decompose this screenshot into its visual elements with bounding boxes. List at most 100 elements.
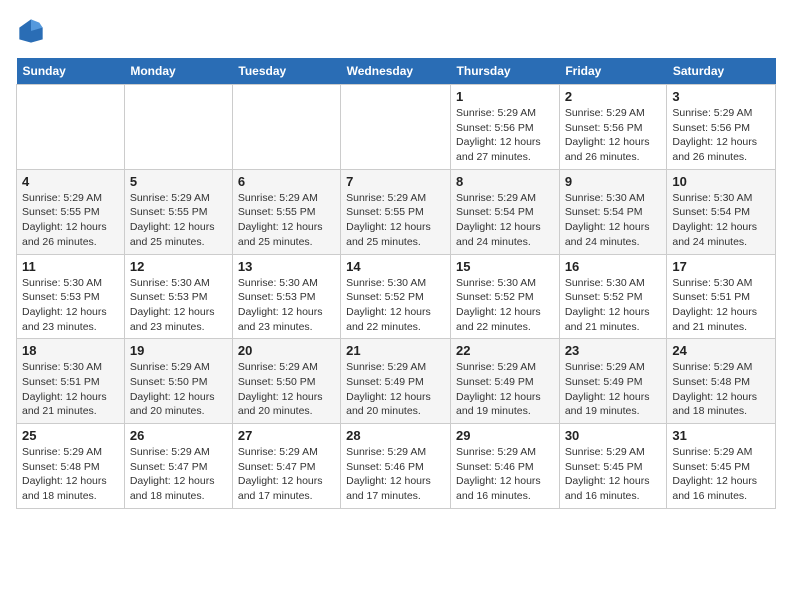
- calendar-cell: 24 Sunrise: 5:29 AM Sunset: 5:48 PM Dayli…: [667, 339, 776, 424]
- day-number: 23: [565, 343, 662, 358]
- calendar-cell: 18 Sunrise: 5:30 AM Sunset: 5:51 PM Dayli…: [17, 339, 125, 424]
- day-content: Sunrise: 5:29 AM Sunset: 5:50 PM Dayligh…: [130, 360, 227, 419]
- day-number: 9: [565, 174, 662, 189]
- day-number: 31: [672, 428, 770, 443]
- calendar-header: SundayMondayTuesdayWednesdayThursdayFrid…: [17, 58, 776, 85]
- day-content: Sunrise: 5:30 AM Sunset: 5:54 PM Dayligh…: [565, 191, 662, 250]
- calendar-cell: 6Sunrise: 5:29 AM Sunset: 5:55 PM Daylig…: [232, 169, 340, 254]
- day-content: Sunrise: 5:30 AM Sunset: 5:52 PM Dayligh…: [565, 276, 662, 335]
- calendar-week-row: 25Sunrise: 5:29 AM Sunset: 5:48 PM Dayli…: [17, 424, 776, 509]
- day-number: 29: [456, 428, 554, 443]
- calendar-cell: 22 Sunrise: 5:29 AM Sunset: 5:49 PM Dayli…: [451, 339, 560, 424]
- day-number: 20: [238, 343, 335, 358]
- day-content: Sunrise: 5:29 AM Sunset: 5:50 PM Dayligh…: [238, 360, 335, 419]
- day-content: Sunrise: 5:30 AM Sunset: 5:52 PM Dayligh…: [456, 276, 554, 335]
- day-content: Sunrise: 5:30 AM Sunset: 5:53 PM Dayligh…: [238, 276, 335, 335]
- calendar-week-row: 18 Sunrise: 5:30 AM Sunset: 5:51 PM Dayli…: [17, 339, 776, 424]
- calendar-cell: 12 Sunrise: 5:30 AM Sunset: 5:53 PM Dayli…: [124, 254, 232, 339]
- day-number: 18: [22, 343, 119, 358]
- calendar-cell: 10 Sunrise: 5:30 AM Sunset: 5:54 PM Dayli…: [667, 169, 776, 254]
- logo-icon: [16, 16, 46, 46]
- day-content: Sunrise: 5:29 AM Sunset: 5:55 PM Dayligh…: [22, 191, 119, 250]
- calendar-cell: 29 Sunrise: 5:29 AM Sunset: 5:46 PM Dayli…: [451, 424, 560, 509]
- day-number: 6: [238, 174, 335, 189]
- calendar-cell: 5Sunrise: 5:29 AM Sunset: 5:55 PM Daylig…: [124, 169, 232, 254]
- day-content: Sunrise: 5:29 AM Sunset: 5:47 PM Dayligh…: [238, 445, 335, 504]
- day-content: Sunrise: 5:29 AM Sunset: 5:56 PM Dayligh…: [565, 106, 662, 165]
- day-content: Sunrise: 5:30 AM Sunset: 5:53 PM Dayligh…: [130, 276, 227, 335]
- day-content: Sunrise: 5:29 AM Sunset: 5:47 PM Dayligh…: [130, 445, 227, 504]
- day-number: 2: [565, 89, 662, 104]
- day-number: 17: [672, 259, 770, 274]
- weekday-header-tuesday: Tuesday: [232, 58, 340, 85]
- calendar-cell: 7Sunrise: 5:29 AM Sunset: 5:55 PM Daylig…: [341, 169, 451, 254]
- calendar-cell: 8 Sunrise: 5:29 AM Sunset: 5:54 PM Daylig…: [451, 169, 560, 254]
- calendar-cell: [232, 85, 340, 170]
- calendar-cell: 20 Sunrise: 5:29 AM Sunset: 5:50 PM Dayli…: [232, 339, 340, 424]
- calendar-cell: 3 Sunrise: 5:29 AM Sunset: 5:56 PM Daylig…: [667, 85, 776, 170]
- calendar-cell: 13 Sunrise: 5:30 AM Sunset: 5:53 PM Dayli…: [232, 254, 340, 339]
- day-number: 22: [456, 343, 554, 358]
- day-content: Sunrise: 5:29 AM Sunset: 5:45 PM Dayligh…: [672, 445, 770, 504]
- day-content: Sunrise: 5:29 AM Sunset: 5:49 PM Dayligh…: [565, 360, 662, 419]
- calendar-week-row: 11 Sunrise: 5:30 AM Sunset: 5:53 PM Dayli…: [17, 254, 776, 339]
- day-content: Sunrise: 5:29 AM Sunset: 5:46 PM Dayligh…: [346, 445, 445, 504]
- day-content: Sunrise: 5:30 AM Sunset: 5:54 PM Dayligh…: [672, 191, 770, 250]
- calendar-cell: 4 Sunrise: 5:29 AM Sunset: 5:55 PM Daylig…: [17, 169, 125, 254]
- day-number: 26: [130, 428, 227, 443]
- day-content: Sunrise: 5:29 AM Sunset: 5:48 PM Dayligh…: [672, 360, 770, 419]
- calendar-cell: 25Sunrise: 5:29 AM Sunset: 5:48 PM Dayli…: [17, 424, 125, 509]
- calendar-week-row: 4 Sunrise: 5:29 AM Sunset: 5:55 PM Daylig…: [17, 169, 776, 254]
- day-number: 4: [22, 174, 119, 189]
- day-number: 25: [22, 428, 119, 443]
- weekday-header-row: SundayMondayTuesdayWednesdayThursdayFrid…: [17, 58, 776, 85]
- day-content: Sunrise: 5:29 AM Sunset: 5:56 PM Dayligh…: [456, 106, 554, 165]
- day-content: Sunrise: 5:29 AM Sunset: 5:49 PM Dayligh…: [346, 360, 445, 419]
- calendar-cell: 16Sunrise: 5:30 AM Sunset: 5:52 PM Dayli…: [559, 254, 667, 339]
- day-number: 30: [565, 428, 662, 443]
- day-number: 21: [346, 343, 445, 358]
- day-number: 12: [130, 259, 227, 274]
- calendar-cell: 1 Sunrise: 5:29 AM Sunset: 5:56 PM Daylig…: [451, 85, 560, 170]
- day-number: 11: [22, 259, 119, 274]
- day-content: Sunrise: 5:29 AM Sunset: 5:54 PM Dayligh…: [456, 191, 554, 250]
- weekday-header-friday: Friday: [559, 58, 667, 85]
- day-number: 3: [672, 89, 770, 104]
- day-number: 15: [456, 259, 554, 274]
- day-number: 13: [238, 259, 335, 274]
- logo: [16, 16, 50, 46]
- calendar-cell: 23 Sunrise: 5:29 AM Sunset: 5:49 PM Dayli…: [559, 339, 667, 424]
- day-content: Sunrise: 5:29 AM Sunset: 5:46 PM Dayligh…: [456, 445, 554, 504]
- calendar-cell: 31 Sunrise: 5:29 AM Sunset: 5:45 PM Dayli…: [667, 424, 776, 509]
- calendar-cell: 11 Sunrise: 5:30 AM Sunset: 5:53 PM Dayli…: [17, 254, 125, 339]
- calendar-cell: [17, 85, 125, 170]
- calendar-cell: 26 Sunrise: 5:29 AM Sunset: 5:47 PM Dayli…: [124, 424, 232, 509]
- day-number: 10: [672, 174, 770, 189]
- day-number: 27: [238, 428, 335, 443]
- day-number: 5: [130, 174, 227, 189]
- calendar-cell: 9 Sunrise: 5:30 AM Sunset: 5:54 PM Daylig…: [559, 169, 667, 254]
- day-content: Sunrise: 5:30 AM Sunset: 5:52 PM Dayligh…: [346, 276, 445, 335]
- weekday-header-saturday: Saturday: [667, 58, 776, 85]
- weekday-header-sunday: Sunday: [17, 58, 125, 85]
- weekday-header-monday: Monday: [124, 58, 232, 85]
- day-content: Sunrise: 5:30 AM Sunset: 5:51 PM Dayligh…: [22, 360, 119, 419]
- calendar-table: SundayMondayTuesdayWednesdayThursdayFrid…: [16, 58, 776, 509]
- calendar-cell: 27 Sunrise: 5:29 AM Sunset: 5:47 PM Dayli…: [232, 424, 340, 509]
- calendar-cell: [341, 85, 451, 170]
- day-content: Sunrise: 5:30 AM Sunset: 5:51 PM Dayligh…: [672, 276, 770, 335]
- calendar-cell: 28Sunrise: 5:29 AM Sunset: 5:46 PM Dayli…: [341, 424, 451, 509]
- calendar-cell: 17 Sunrise: 5:30 AM Sunset: 5:51 PM Dayli…: [667, 254, 776, 339]
- day-number: 24: [672, 343, 770, 358]
- calendar-cell: 2 Sunrise: 5:29 AM Sunset: 5:56 PM Daylig…: [559, 85, 667, 170]
- day-number: 19: [130, 343, 227, 358]
- day-number: 1: [456, 89, 554, 104]
- calendar-cell: [124, 85, 232, 170]
- day-content: Sunrise: 5:30 AM Sunset: 5:53 PM Dayligh…: [22, 276, 119, 335]
- day-content: Sunrise: 5:29 AM Sunset: 5:49 PM Dayligh…: [456, 360, 554, 419]
- day-number: 8: [456, 174, 554, 189]
- calendar-cell: 15 Sunrise: 5:30 AM Sunset: 5:52 PM Dayli…: [451, 254, 560, 339]
- page-header: [16, 16, 776, 46]
- day-content: Sunrise: 5:29 AM Sunset: 5:56 PM Dayligh…: [672, 106, 770, 165]
- weekday-header-thursday: Thursday: [451, 58, 560, 85]
